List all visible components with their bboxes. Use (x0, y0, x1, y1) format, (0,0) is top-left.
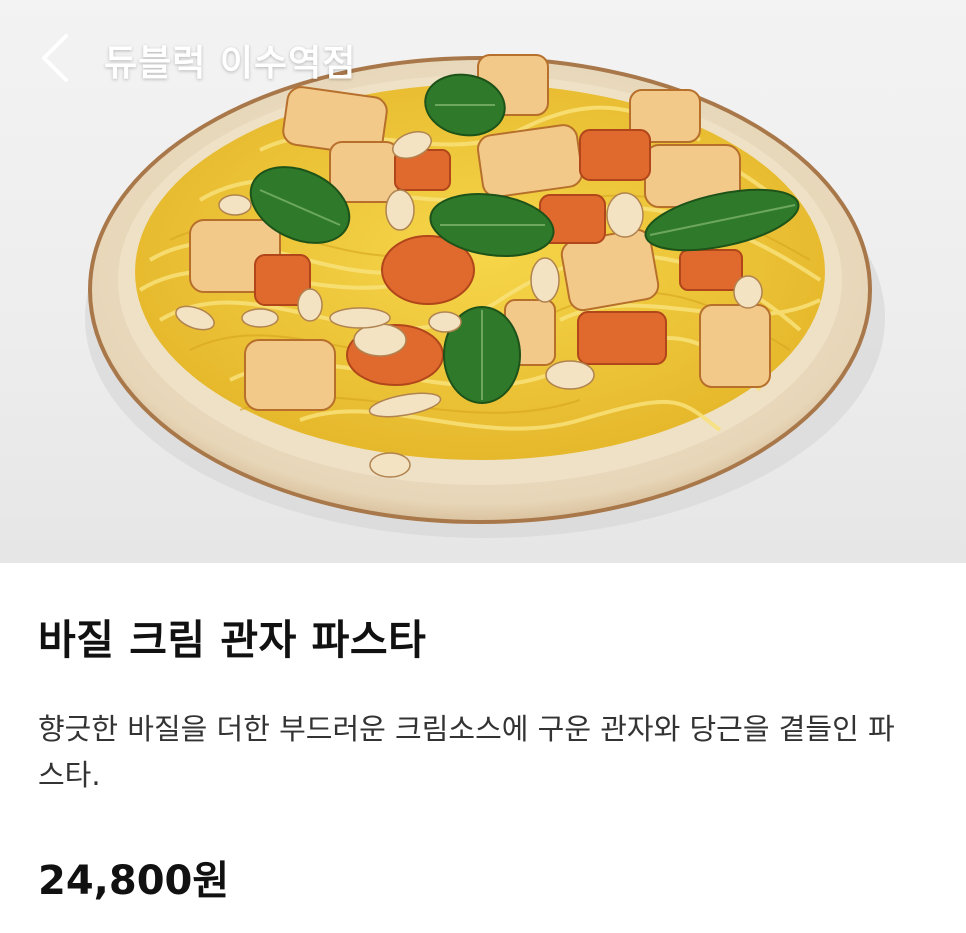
menu-title: 바질 크림 관자 파스타 (38, 616, 427, 664)
menu-price: 24,800원 (38, 858, 230, 904)
top-navigation-bar: 듀블럭 이수역점 (0, 0, 966, 120)
back-button[interactable] (28, 30, 84, 86)
chevron-left-icon (42, 34, 68, 82)
menu-hero-image: 듀블럭 이수역점 (0, 0, 966, 563)
store-name: 듀블럭 이수역점 (104, 43, 357, 84)
menu-description: 향긋한 바질을 더한 부드러운 크림소스에 구운 관자와 당근을 곁들인 파스타… (38, 712, 895, 792)
